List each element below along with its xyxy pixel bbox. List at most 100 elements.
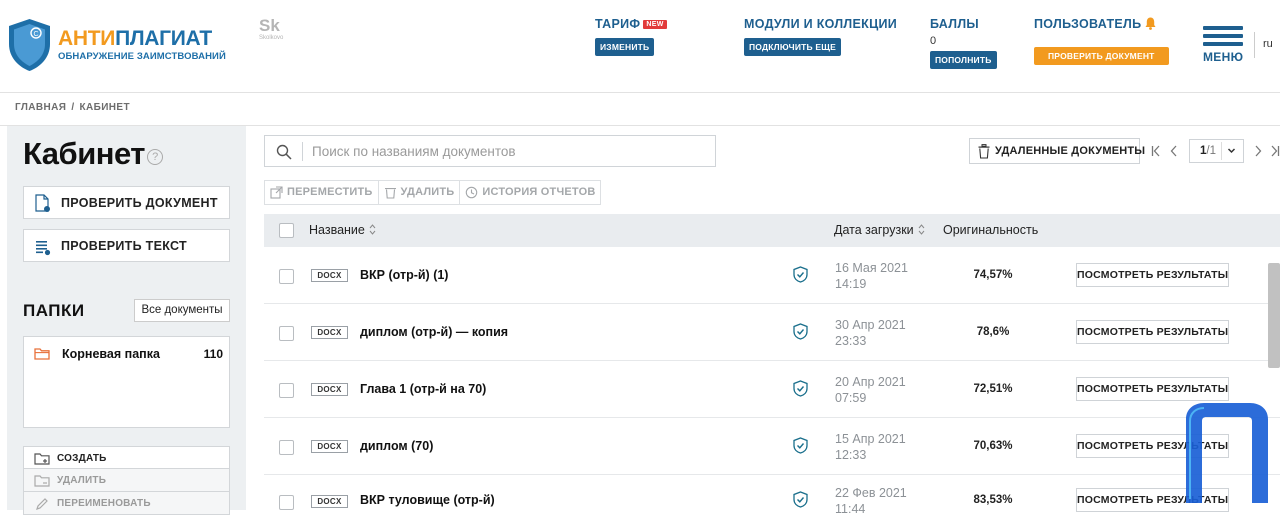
page-title: Кабинет? bbox=[23, 136, 163, 172]
originality-value: 74,57% bbox=[973, 269, 1013, 281]
folder-delete-icon bbox=[34, 475, 50, 487]
user-block: ПОЛЬЗОВАТЕЛЬ ПРОВЕРИТЬ ДОКУМЕНТ bbox=[1034, 17, 1169, 65]
points-value: 0 bbox=[930, 35, 937, 47]
modules-block: МОДУЛИ И КОЛЛЕКЦИИ ПОДКЛЮЧИТЬ ЕЩЕ bbox=[744, 17, 897, 56]
page-select[interactable]: 1/1 bbox=[1189, 139, 1244, 163]
skolkovo-mark: Sk bbox=[259, 16, 280, 35]
last-page-icon[interactable] bbox=[1270, 144, 1280, 158]
breadcrumb: ГЛАВНАЯ / КАБИНЕТ bbox=[15, 102, 130, 113]
menu-button[interactable]: МЕНЮ bbox=[1203, 26, 1245, 64]
check-document-label: ПРОВЕРИТЬ ДОКУМЕНТ bbox=[61, 196, 218, 210]
breadcrumb-cabinet: КАБИНЕТ bbox=[79, 102, 131, 113]
row-checkbox[interactable] bbox=[279, 269, 294, 284]
document-name[interactable]: диплом (отр-й) — копия bbox=[360, 325, 508, 339]
top-up-button[interactable]: ПОПОЛНИТЬ bbox=[930, 51, 997, 69]
search-box bbox=[264, 135, 716, 167]
view-results-button[interactable]: ПОСМОТРЕТЬ РЕЗУЛЬТАТЫ bbox=[1076, 263, 1229, 287]
language-switch[interactable]: ru bbox=[1263, 38, 1273, 50]
tariff-block: ТАРИФ NEW ИЗМЕНИТЬ bbox=[595, 17, 667, 56]
folder-actions: СОЗДАТЬ УДАЛИТЬ ПЕРЕИМЕНОВАТЬ bbox=[23, 446, 230, 515]
table-row[interactable]: DOCX диплом (отр-й) — копия 30 Апр 2021 2… bbox=[264, 304, 1280, 361]
change-tariff-button[interactable]: ИЗМЕНИТЬ bbox=[595, 38, 655, 56]
sort-icon bbox=[369, 224, 376, 235]
view-results-button[interactable]: ПОСМОТРЕТЬ РЕЗУЛЬТАТЫ bbox=[1076, 320, 1229, 344]
rename-folder-label: ПЕРЕИМЕНОВАТЬ bbox=[57, 498, 151, 509]
row-checkbox[interactable] bbox=[279, 440, 294, 455]
skolkovo-logo: Sk Skolkovo bbox=[259, 16, 284, 42]
rename-folder-button[interactable]: ПЕРЕИМЕНОВАТЬ bbox=[23, 492, 230, 515]
points-block: БАЛЛЫ 0 ПОПОЛНИТЬ bbox=[930, 17, 997, 69]
move-icon bbox=[270, 186, 283, 199]
shield-check-icon bbox=[793, 380, 808, 397]
header-check-document-button[interactable]: ПРОВЕРИТЬ ДОКУМЕНТ bbox=[1034, 47, 1169, 65]
create-folder-button[interactable]: СОЗДАТЬ bbox=[23, 446, 230, 469]
file-type-badge: DOCX bbox=[311, 440, 348, 453]
deleted-documents-button[interactable]: УДАЛЕННЫЕ ДОКУМЕНТЫ bbox=[969, 138, 1145, 164]
prev-page-icon[interactable] bbox=[1170, 144, 1178, 158]
folder-add-icon bbox=[34, 453, 50, 465]
row-checkbox[interactable] bbox=[279, 495, 294, 510]
delete-folder-button[interactable]: УДАЛИТЬ bbox=[23, 469, 230, 492]
trash-icon bbox=[384, 188, 396, 199]
search-divider bbox=[302, 142, 303, 161]
delete-button[interactable]: УДАЛИТЬ bbox=[379, 181, 461, 204]
user-title[interactable]: ПОЛЬЗОВАТЕЛЬ bbox=[1034, 17, 1141, 31]
upload-date: 20 Апр 2021 07:59 bbox=[835, 375, 906, 405]
document-name[interactable]: Глава 1 (отр-й на 70) bbox=[360, 382, 486, 396]
view-results-button[interactable]: ПОСМОТРЕТЬ РЕЗУЛЬТАТЫ bbox=[1076, 377, 1229, 401]
originality-value: 72,51% bbox=[973, 383, 1013, 395]
check-text-label: ПРОВЕРИТЬ ТЕКСТ bbox=[61, 239, 187, 253]
column-name[interactable]: Название bbox=[309, 223, 376, 237]
column-originality: Оригинальность bbox=[943, 223, 1039, 237]
delete-folder-label: УДАЛИТЬ bbox=[57, 475, 107, 486]
logo-text[interactable]: АНТИПЛАГИАТ ОБНАРУЖЕНИЕ ЗАИМСТВОВАНИЙ bbox=[58, 27, 226, 63]
table-row[interactable]: DOCX ВКР туловище (отр-й) 22 Фев 2021 11:… bbox=[264, 475, 1280, 516]
folder-name: Корневая папка bbox=[62, 347, 160, 361]
all-documents-button[interactable]: Все документы bbox=[134, 299, 230, 322]
table-row[interactable]: DOCX ВКР (отр-й) (1) 16 Мая 2021 14:19 74… bbox=[264, 247, 1280, 304]
document-name[interactable]: ВКР туловище (отр-й) bbox=[360, 493, 495, 507]
skolkovo-text: Skolkovo bbox=[259, 35, 284, 41]
help-icon[interactable]: ? bbox=[146, 149, 163, 165]
upload-date: 30 Апр 2021 23:33 bbox=[835, 318, 906, 348]
folder-icon bbox=[34, 348, 50, 360]
move-button[interactable]: ПЕРЕМЕСТИТЬ bbox=[265, 181, 379, 204]
table-row[interactable]: DOCX диплом (70) 15 Апр 2021 12:33 70,63%… bbox=[264, 418, 1280, 475]
connect-more-button[interactable]: ПОДКЛЮЧИТЬ ЕЩЕ bbox=[744, 38, 842, 56]
sort-icon bbox=[918, 224, 925, 235]
shield-check-icon bbox=[793, 437, 808, 454]
row-checkbox[interactable] bbox=[279, 383, 294, 398]
select-all-checkbox[interactable] bbox=[279, 223, 294, 238]
report-history-label: ИСТОРИЯ ОТЧЕТОВ bbox=[482, 186, 596, 198]
pencil-icon bbox=[36, 498, 48, 510]
row-checkbox[interactable] bbox=[279, 326, 294, 341]
table-header: Название Дата загрузки Оригинальность bbox=[264, 214, 1280, 247]
document-name[interactable]: ВКР (отр-й) (1) bbox=[360, 268, 448, 282]
modules-title[interactable]: МОДУЛИ И КОЛЛЕКЦИИ bbox=[744, 17, 897, 31]
next-page-icon[interactable] bbox=[1254, 144, 1262, 158]
table-row[interactable]: DOCX Глава 1 (отр-й на 70) 20 Апр 2021 07… bbox=[264, 361, 1280, 418]
bell-icon[interactable] bbox=[1145, 17, 1156, 30]
shield-logo-icon[interactable]: C bbox=[8, 18, 51, 72]
file-type-badge: DOCX bbox=[311, 495, 348, 508]
document-name[interactable]: диплом (70) bbox=[360, 439, 433, 453]
report-history-button[interactable]: ИСТОРИЯ ОТЧЕТОВ bbox=[460, 181, 600, 204]
search-icon[interactable] bbox=[276, 144, 292, 160]
history-icon bbox=[466, 186, 478, 199]
search-input[interactable] bbox=[312, 142, 702, 161]
check-document-button[interactable]: ПРОВЕРИТЬ ДОКУМЕНТ bbox=[23, 186, 230, 219]
document-upload-icon bbox=[35, 194, 50, 212]
check-text-button[interactable]: ПРОВЕРИТЬ ТЕКСТ bbox=[23, 229, 230, 262]
file-type-badge: DOCX bbox=[311, 326, 348, 339]
upload-date: 22 Фев 2021 11:44 bbox=[835, 486, 907, 516]
folder-list: Корневая папка 110 bbox=[23, 336, 230, 428]
column-date[interactable]: Дата загрузки bbox=[834, 223, 925, 237]
points-title: БАЛЛЫ bbox=[930, 17, 979, 31]
hamburger-icon bbox=[1203, 26, 1243, 30]
folder-item-root[interactable]: Корневая папка 110 bbox=[24, 337, 229, 369]
breadcrumb-home[interactable]: ГЛАВНАЯ bbox=[15, 102, 66, 113]
first-page-icon[interactable] bbox=[1151, 144, 1161, 158]
logo-word-part2: ПЛАГИАТ bbox=[115, 27, 212, 50]
document-toolbar: ПЕРЕМЕСТИТЬ УДАЛИТЬ ИСТОРИЯ ОТЧЕТОВ bbox=[264, 180, 602, 205]
scrollbar-thumb[interactable] bbox=[1268, 263, 1280, 368]
